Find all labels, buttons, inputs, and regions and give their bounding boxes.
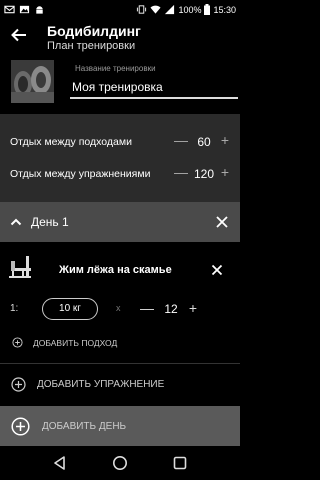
rest-exercises-decrement-button[interactable]: — — [174, 164, 188, 180]
add-set-button[interactable]: ДОБАВИТЬ ПОДХОД — [0, 332, 240, 354]
rest-sets-value: 60 — [197, 135, 211, 149]
rest-between-exercises-label: Отдых между упражнениями — [10, 168, 151, 180]
bench-press-icon — [9, 256, 31, 278]
nav-recents-icon[interactable] — [172, 455, 188, 471]
rest-settings: Отдых между подходами — 60 + Отдых между… — [0, 114, 240, 202]
reps-value: 12 — [164, 302, 178, 316]
rest-sets-decrement-button[interactable]: — — [174, 132, 188, 148]
reps-decrement-button[interactable]: — — [140, 300, 154, 316]
plan-name-input[interactable] — [70, 77, 238, 99]
system-nav-bar — [0, 446, 240, 480]
status-bar: 100% 15:30 — [0, 0, 240, 19]
set-multiply-sign: x — [116, 303, 121, 313]
wifi-icon — [150, 5, 161, 14]
add-exercise-button[interactable]: ДОБАВИТЬ УПРАЖНЕНИЕ — [0, 364, 240, 404]
battery-icon — [204, 4, 211, 15]
exercise-card: Жим лёжа на скамье 1: 10 кг x — 12 + ДОБ… — [0, 242, 240, 364]
add-day-button[interactable]: ДОБАВИТЬ ДЕНЬ — [0, 406, 240, 446]
gallery-icon — [19, 5, 30, 14]
add-set-label: ДОБАВИТЬ ПОДХОД — [33, 338, 118, 348]
plan-image[interactable] — [11, 60, 54, 103]
plan-header: Название тренировки — [0, 57, 240, 114]
day-title: День 1 — [31, 215, 69, 229]
add-circle-icon — [12, 337, 23, 348]
exercise-title: Жим лёжа на скамье — [59, 264, 172, 276]
remove-day-icon[interactable] — [215, 215, 229, 229]
rest-between-sets-row: Отдых между подходами — 60 + — [0, 128, 240, 156]
app-subtitle: План тренировки — [47, 40, 136, 52]
set-number: 1: — [10, 303, 19, 314]
back-arrow-icon[interactable] — [9, 25, 29, 45]
android-icon — [36, 6, 43, 14]
set-row: 1: 10 кг x — 12 + — [0, 298, 240, 322]
gmail-icon — [4, 5, 15, 14]
rest-exercises-increment-button[interactable]: + — [218, 164, 232, 180]
add-circle-icon — [11, 417, 30, 436]
add-circle-icon — [11, 377, 26, 392]
remove-exercise-icon[interactable] — [211, 264, 223, 276]
barbell-photo-icon — [11, 60, 54, 103]
rest-sets-increment-button[interactable]: + — [218, 132, 232, 148]
reps-increment-button[interactable]: + — [186, 300, 200, 316]
clock: 15:30 — [213, 4, 236, 15]
nav-home-icon[interactable] — [112, 455, 128, 471]
nav-back-icon[interactable] — [52, 455, 68, 471]
rest-between-exercises-row: Отдых между упражнениями — 120 + — [0, 160, 240, 188]
app-title: Бодибилдинг — [47, 23, 141, 39]
battery-percent: 100% — [178, 4, 202, 15]
signal-icon — [165, 4, 175, 15]
add-day-label: ДОБАВИТЬ ДЕНЬ — [42, 421, 127, 432]
add-exercise-label: ДОБАВИТЬ УПРАЖНЕНИЕ — [37, 379, 165, 390]
app-bar: Бодибилдинг План тренировки — [0, 19, 240, 57]
rest-exercises-value: 120 — [193, 167, 215, 181]
set-weight-field[interactable]: 10 кг — [42, 298, 98, 320]
rest-between-sets-label: Отдых между подходами — [10, 136, 132, 148]
vibrate-icon — [137, 5, 147, 14]
plan-name-label: Название тренировки — [75, 64, 156, 73]
day-header[interactable]: День 1 — [0, 202, 240, 242]
chevron-up-icon[interactable] — [9, 215, 23, 229]
